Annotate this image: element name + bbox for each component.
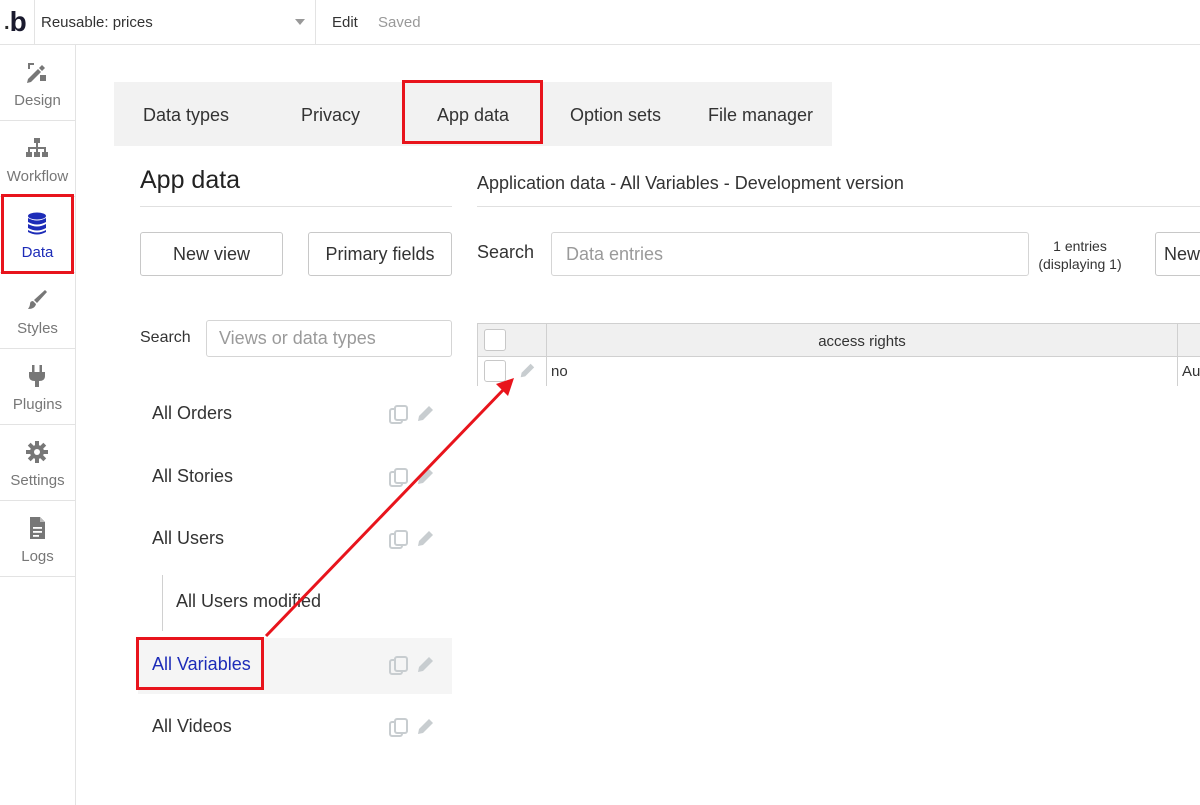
new-view-button[interactable]: New view: [140, 232, 283, 276]
pencil-icon[interactable]: [415, 529, 435, 549]
sidebar-item-styles[interactable]: Styles: [0, 273, 75, 349]
entries-count-displaying: (displaying 1): [1038, 256, 1122, 272]
views-search-input[interactable]: [206, 320, 452, 357]
view-label: All Orders: [152, 403, 233, 423]
divider: [140, 206, 452, 207]
pencil-icon[interactable]: [415, 404, 435, 424]
sidebar-item-workflow[interactable]: Workflow: [0, 121, 75, 197]
copy-icon[interactable]: [388, 529, 410, 551]
sidebar-item-label: Settings: [10, 472, 65, 489]
primary-fields-button[interactable]: Primary fields: [308, 232, 452, 276]
view-label: All Videos: [152, 716, 232, 736]
page-selector-value: Reusable: prices: [41, 14, 153, 31]
plug-icon: [29, 365, 45, 387]
row-checkbox[interactable]: [484, 360, 506, 382]
data-panel-title: Application data - All Variables - Devel…: [477, 173, 904, 193]
select-all-checkbox[interactable]: [484, 329, 506, 351]
views-search-label: Search: [140, 329, 191, 346]
pencil-icon[interactable]: [518, 362, 536, 380]
pencil-icon[interactable]: [415, 467, 435, 487]
page-title: App data: [140, 166, 241, 194]
cell-next-column[interactable]: Au: [1182, 363, 1200, 380]
sidebar-item-logs[interactable]: Logs: [0, 501, 75, 577]
document-icon: [30, 517, 45, 539]
tab-data-types[interactable]: Data types: [143, 82, 229, 146]
sidebar-item-design[interactable]: Design: [0, 45, 75, 121]
sidebar-item-label: Logs: [21, 548, 54, 565]
workflow-icon: [26, 138, 48, 157]
copy-icon[interactable]: [388, 404, 410, 426]
pencil-icon[interactable]: [415, 655, 435, 675]
view-label: All Users: [152, 528, 225, 548]
divider: [477, 206, 1200, 207]
design-icon: [27, 63, 46, 83]
top-bar: .b Reusable: prices Edit Saved: [0, 0, 1200, 45]
annotation-highlight-box: [402, 80, 543, 144]
tab-option-sets[interactable]: Option sets: [570, 82, 661, 146]
view-item-all-stories[interactable]: All Stories: [138, 450, 452, 506]
copy-icon[interactable]: [388, 717, 410, 739]
new-entry-button[interactable]: New: [1155, 232, 1200, 276]
gear-icon: [26, 441, 48, 463]
page-selector-dropdown[interactable]: Reusable: prices: [34, 0, 316, 45]
sidebar-item-settings[interactable]: Settings: [0, 425, 75, 501]
view-label: All Stories: [152, 466, 234, 486]
column-header-access-rights[interactable]: access rights: [547, 333, 1177, 350]
tab-privacy[interactable]: Privacy: [301, 82, 360, 146]
view-item-all-users[interactable]: All Users: [138, 512, 452, 568]
data-grid: access rights no Au: [477, 323, 1200, 386]
grid-header: access rights: [478, 324, 1200, 357]
bubble-logo[interactable]: .b: [0, 0, 34, 45]
view-label: All Users modified: [176, 591, 322, 611]
view-item-all-orders[interactable]: All Orders: [138, 387, 452, 443]
chevron-down-icon: [295, 19, 305, 25]
edit-menu[interactable]: Edit: [332, 14, 358, 31]
copy-icon[interactable]: [388, 467, 410, 489]
entries-count-total: 1 entries: [1053, 238, 1107, 254]
view-item-all-users-modified[interactable]: All Users modified: [162, 575, 452, 631]
entries-search-input[interactable]: [551, 232, 1029, 276]
pencil-icon[interactable]: [415, 717, 435, 737]
cell-access-rights[interactable]: no: [551, 363, 568, 380]
tab-file-manager[interactable]: File manager: [708, 82, 813, 146]
sidebar-item-label: Design: [14, 92, 61, 109]
brush-icon: [28, 290, 47, 309]
sidebar-item-label: Styles: [17, 320, 58, 337]
sidebar-item-label: Workflow: [6, 168, 69, 185]
copy-icon[interactable]: [388, 655, 410, 677]
table-row[interactable]: no Au: [478, 357, 1200, 386]
entries-search-label: Search: [477, 242, 535, 262]
left-sidebar: Design Workflow Data Styles Plugins Sett…: [0, 45, 76, 805]
annotation-highlight-box: [1, 194, 74, 274]
sidebar-item-label: Plugins: [12, 396, 63, 413]
entries-count: 1 entries (displaying 1): [1034, 237, 1126, 273]
save-status: Saved: [378, 14, 421, 31]
annotation-highlight-box: [136, 637, 264, 690]
sidebar-item-plugins[interactable]: Plugins: [0, 349, 75, 425]
view-item-all-videos[interactable]: All Videos: [138, 700, 452, 756]
